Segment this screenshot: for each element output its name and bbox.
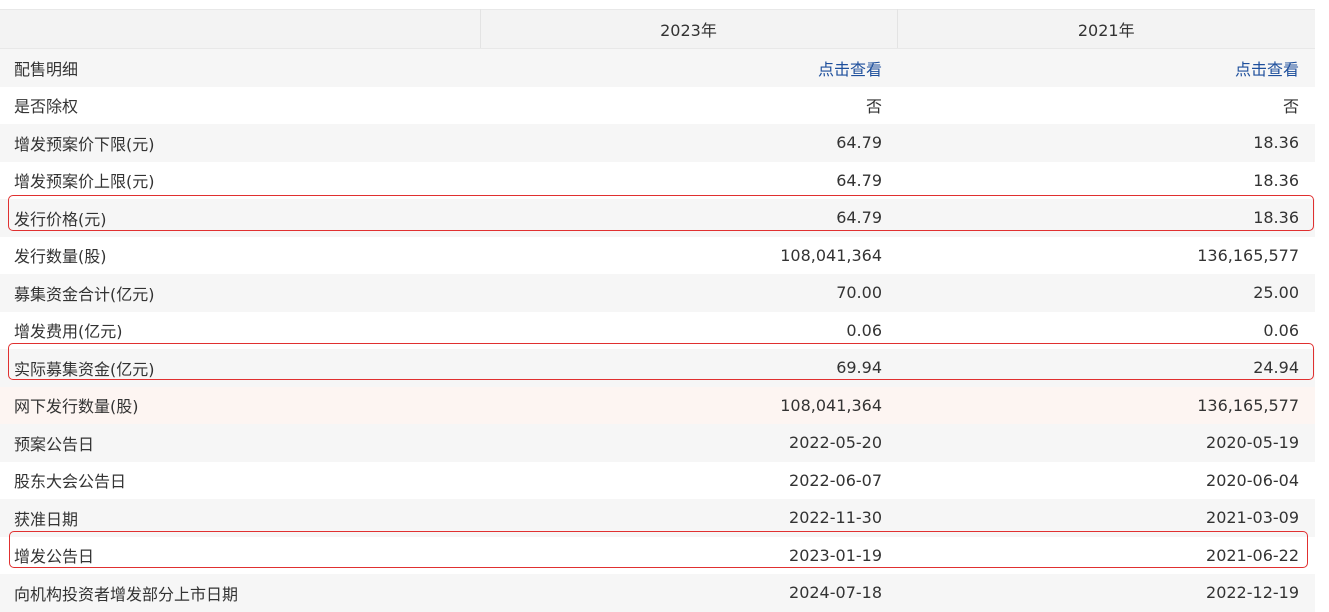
row-label: 增发预案价下限(元)	[0, 124, 480, 162]
row-value-2023: 2023-01-19	[789, 545, 882, 565]
row-label: 增发公告日	[14, 547, 95, 567]
row-value-2021: 2021-03-09	[897, 499, 1315, 537]
table-header-row: 2023年 2021年	[0, 9, 1315, 49]
row-label: 获准日期	[0, 499, 480, 537]
row-value-2023: 108,041,364	[780, 245, 882, 265]
row-value-2023: 64.79	[836, 170, 882, 190]
row-value-2021: 2020-06-04	[1206, 470, 1299, 490]
row-value-2021: 18.36	[897, 124, 1315, 162]
row-label: 实际募集资金(亿元)	[0, 349, 480, 387]
view-placement-link-2023[interactable]: 点击查看	[480, 48, 897, 87]
row-value-2021: 136,165,577	[1197, 245, 1299, 265]
row-value-2021: 18.36	[897, 199, 1315, 237]
header-label-column	[0, 9, 481, 49]
row-value-2023: 2022-05-20	[480, 424, 897, 462]
issuance-table: 2023年 2021年 配售明细 点击查看 点击查看 是否除权 否 否 增发预案…	[0, 9, 1315, 612]
table-row: 是否除权 否 否	[0, 87, 1315, 125]
row-value-2021: 18.36	[1253, 170, 1299, 190]
row-label: 增发预案价上限(元)	[14, 172, 155, 192]
table-row: 获准日期 2022-11-30 2021-03-09	[0, 499, 1315, 537]
row-value-2023: 0.06	[846, 320, 882, 340]
issuance-table-container: 2023年 2021年 配售明细 点击查看 点击查看 是否除权 否 否 增发预案…	[0, 9, 1329, 612]
row-value-2023: 64.79	[480, 199, 897, 237]
row-value-2021: 0.06	[1263, 320, 1299, 340]
row-value-2021: 25.00	[897, 274, 1315, 312]
table-row: 股东大会公告日 2022-06-07 2020-06-04	[0, 462, 1315, 500]
row-label: 预案公告日	[0, 424, 480, 462]
row-label: 向机构投资者增发部分上市日期	[0, 574, 480, 612]
row-value-2023: 否	[865, 97, 882, 117]
row-label: 发行价格(元)	[0, 199, 480, 237]
row-value-2021: 136,165,577	[897, 386, 1315, 424]
row-label: 股东大会公告日	[14, 472, 127, 492]
table-row: 预案公告日 2022-05-20 2020-05-19	[0, 424, 1315, 462]
table-row: 发行数量(股) 108,041,364 136,165,577	[0, 237, 1315, 275]
row-label: 是否除权	[14, 97, 79, 117]
row-value-2023: 64.79	[480, 124, 897, 162]
table-row: 发行价格(元) 64.79 18.36	[0, 199, 1315, 237]
row-value-2021: 否	[1282, 97, 1299, 117]
row-label: 配售明细	[0, 48, 480, 87]
table-row: 实际募集资金(亿元) 69.94 24.94	[0, 349, 1315, 387]
row-value-2021: 2020-05-19	[897, 424, 1315, 462]
row-label: 增发费用(亿元)	[14, 322, 123, 342]
row-value-2023: 69.94	[480, 349, 897, 387]
view-placement-link-2021[interactable]: 点击查看	[897, 48, 1315, 87]
table-row: 向机构投资者增发部分上市日期 2024-07-18 2022-12-19	[0, 574, 1315, 612]
table-row: 增发公告日 2023-01-19 2021-06-22	[0, 537, 1315, 575]
table-row: 增发费用(亿元) 0.06 0.06	[0, 312, 1315, 350]
row-value-2023: 2022-06-07	[789, 470, 882, 490]
row-value-2023: 2022-11-30	[480, 499, 897, 537]
row-label: 募集资金合计(亿元)	[0, 274, 480, 312]
table-row: 募集资金合计(亿元) 70.00 25.00	[0, 274, 1315, 312]
row-value-2023: 108,041,364	[480, 386, 897, 424]
table-row: 增发预案价下限(元) 64.79 18.36	[0, 124, 1315, 162]
table-row-hovered: 网下发行数量(股) 108,041,364 136,165,577	[0, 386, 1315, 424]
table-row: 增发预案价上限(元) 64.79 18.36	[0, 162, 1315, 200]
row-value-2021: 2022-12-19	[897, 574, 1315, 612]
row-value-2021: 24.94	[897, 349, 1315, 387]
row-value-2023: 2024-07-18	[480, 574, 897, 612]
row-value-2021: 2021-06-22	[1206, 545, 1299, 565]
row-label: 网下发行数量(股)	[0, 386, 480, 424]
table-row: 配售明细 点击查看 点击查看	[0, 48, 1315, 87]
row-label: 发行数量(股)	[14, 247, 107, 267]
row-value-2023: 70.00	[480, 274, 897, 312]
header-year-2023[interactable]: 2023年	[480, 9, 898, 49]
header-year-2021[interactable]: 2021年	[897, 9, 1315, 49]
